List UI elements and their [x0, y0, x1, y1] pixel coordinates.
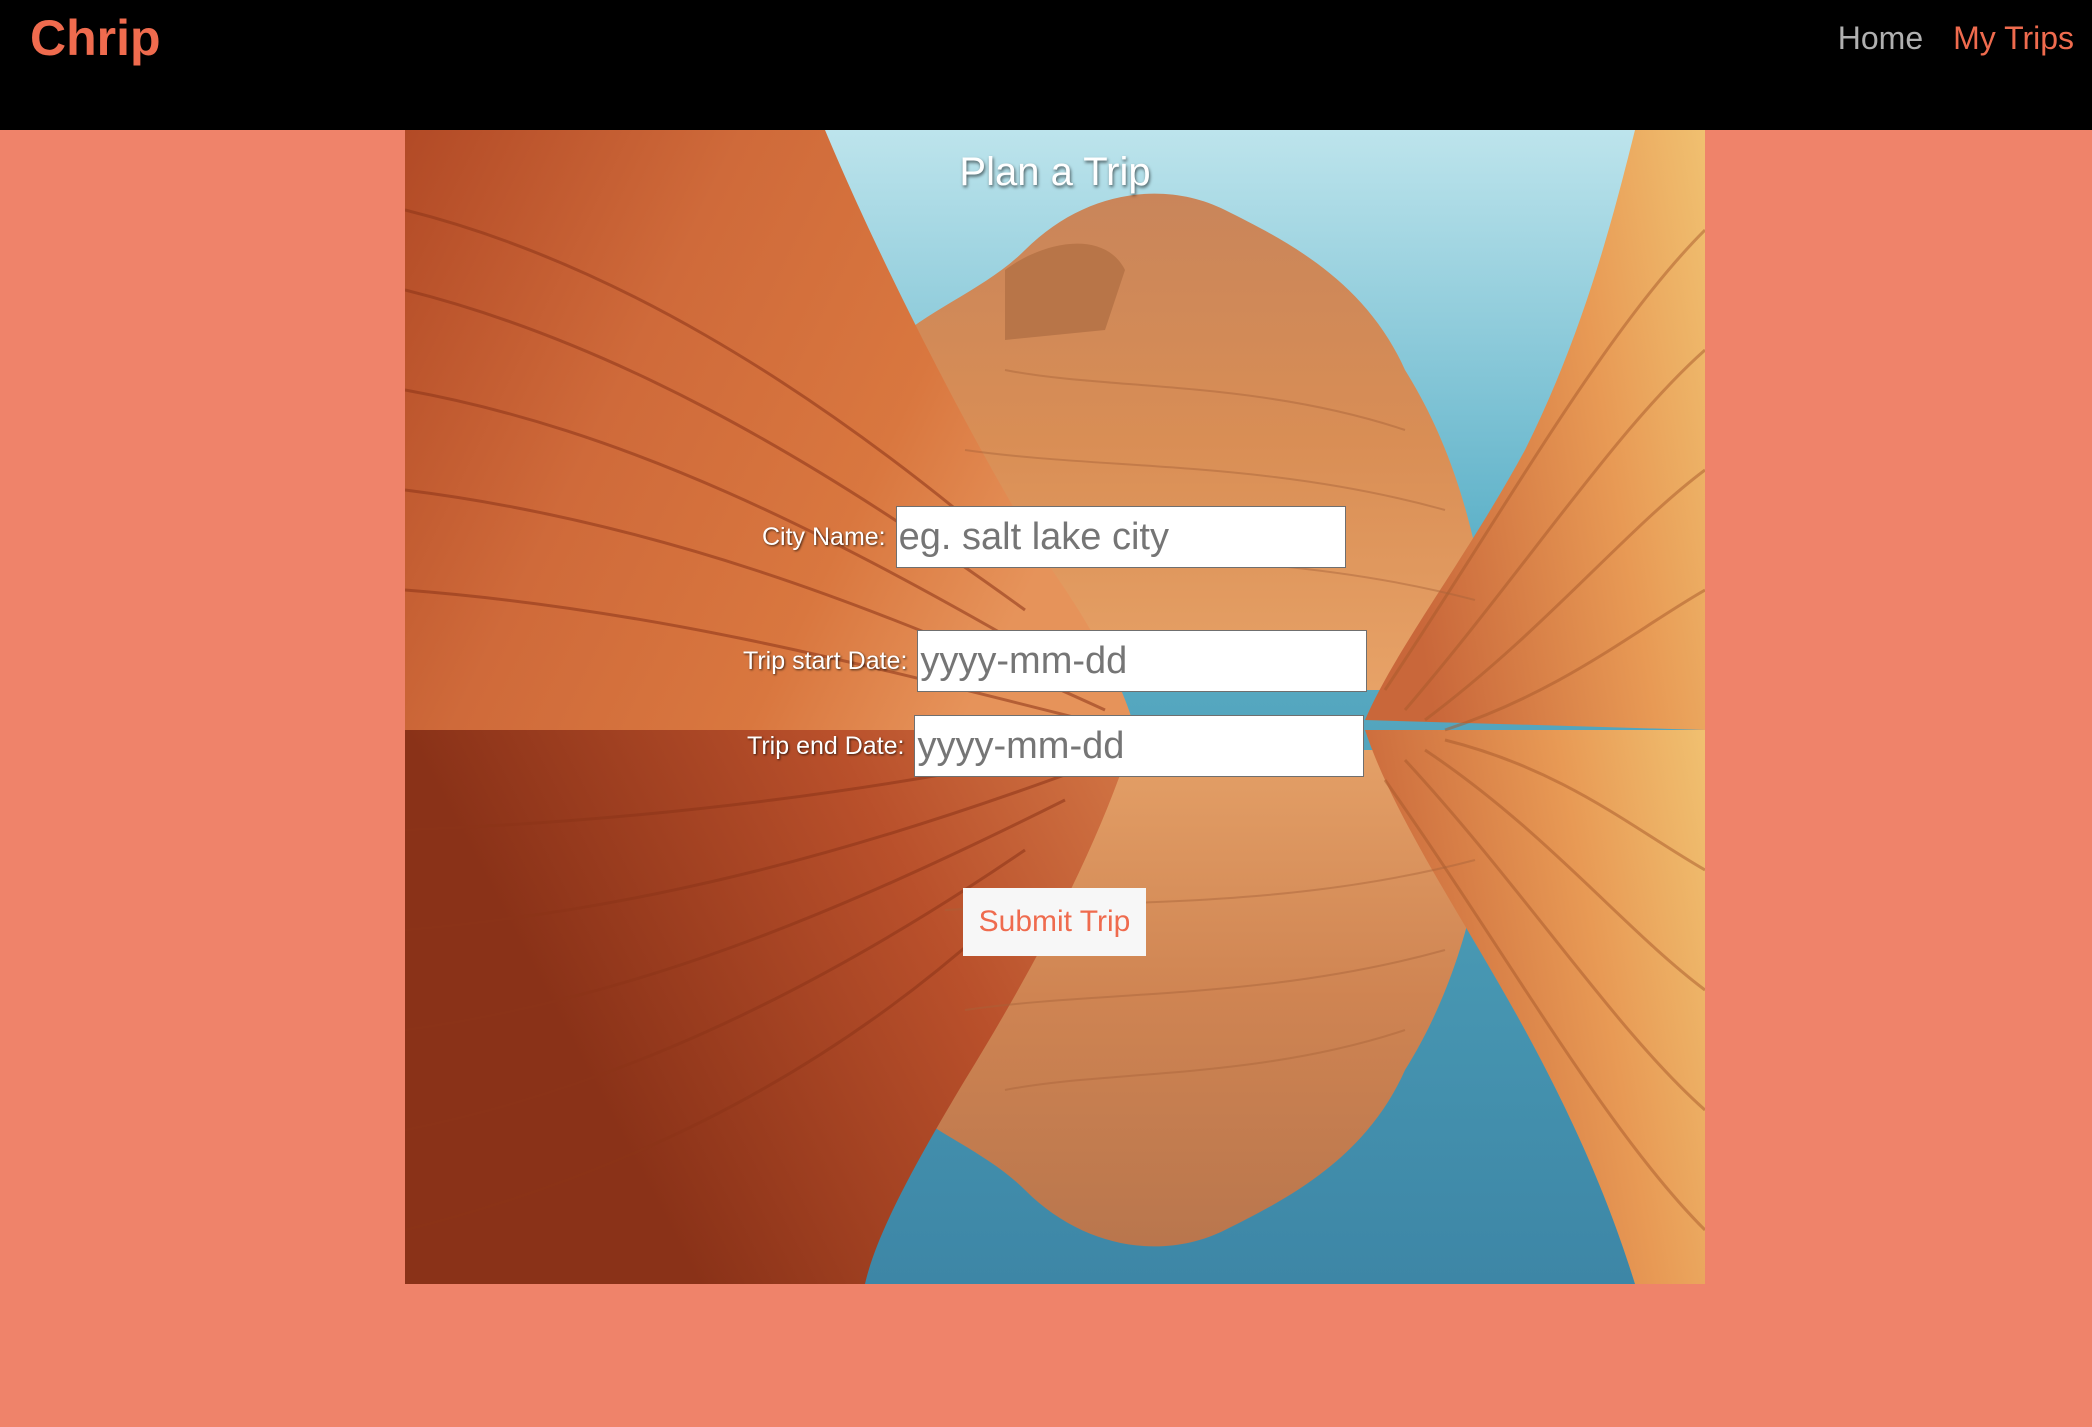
nav-link-home[interactable]: Home [1838, 20, 1923, 57]
nav-links: Home My Trips [1838, 20, 2074, 57]
city-row: City Name: [762, 506, 1346, 568]
navbar: Chrip Home My Trips [0, 0, 2092, 130]
canyon-background-image [405, 130, 1705, 1284]
end-date-input[interactable] [914, 715, 1365, 777]
end-date-label: Trip end Date: [747, 731, 905, 760]
brand-logo[interactable]: Chrip [30, 8, 161, 68]
city-input[interactable] [895, 506, 1346, 568]
city-label: City Name: [762, 522, 886, 551]
form-title: Plan a Trip [959, 150, 1151, 194]
start-date-row: Trip start Date: [743, 630, 1368, 692]
end-date-row: Trip end Date: [747, 715, 1365, 777]
submit-trip-button[interactable]: Submit Trip [963, 888, 1146, 956]
nav-link-my-trips[interactable]: My Trips [1953, 20, 2074, 57]
start-date-input[interactable] [917, 630, 1368, 692]
hero-canyon-image: Plan a Trip [405, 130, 1705, 1284]
start-date-label: Trip start Date: [743, 646, 908, 675]
